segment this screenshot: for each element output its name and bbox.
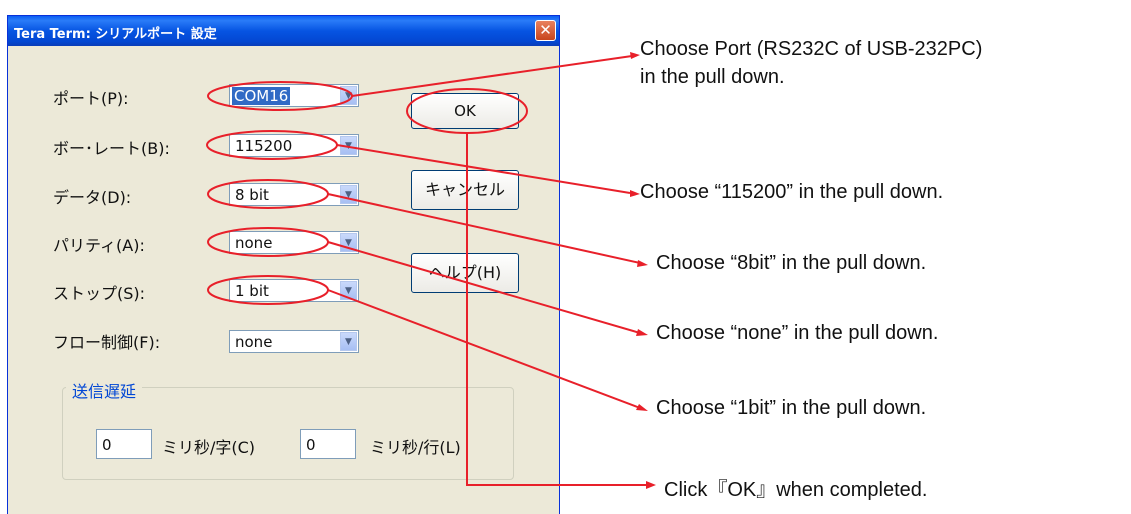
arrowhead [636, 329, 648, 336]
stop-highlight [207, 275, 329, 305]
baud-rate-connector [336, 144, 631, 194]
data-connector [327, 193, 641, 264]
annotation-data: Choose “8bit” in the pull down. [656, 252, 927, 274]
data-highlight [207, 179, 329, 209]
arrowhead [646, 481, 656, 489]
annotation-parity: Choose “none” in the pull down. [656, 322, 939, 344]
ok-highlight [406, 88, 528, 134]
arrowhead [630, 190, 640, 197]
arrowhead [630, 52, 640, 59]
baud-rate-highlight [206, 130, 338, 160]
annotation-overlay [206, 52, 656, 489]
stop-connector [327, 289, 641, 409]
arrowhead [636, 404, 648, 411]
parity-highlight [207, 227, 329, 257]
annotation-baud-rate: Choose “115200” in the pull down. [640, 181, 944, 203]
port-highlight [207, 81, 353, 111]
annotation-port-line2: in the pull down. [640, 66, 785, 88]
annotation-ok: Click『OK』when completed. [664, 479, 928, 501]
parity-connector [327, 241, 641, 334]
annotation-stop: Choose “1bit” in the pull down. [656, 397, 927, 419]
annotation-port-line1: Choose Port (RS232C of USB-232PC) [640, 38, 983, 60]
arrowhead [637, 260, 648, 267]
